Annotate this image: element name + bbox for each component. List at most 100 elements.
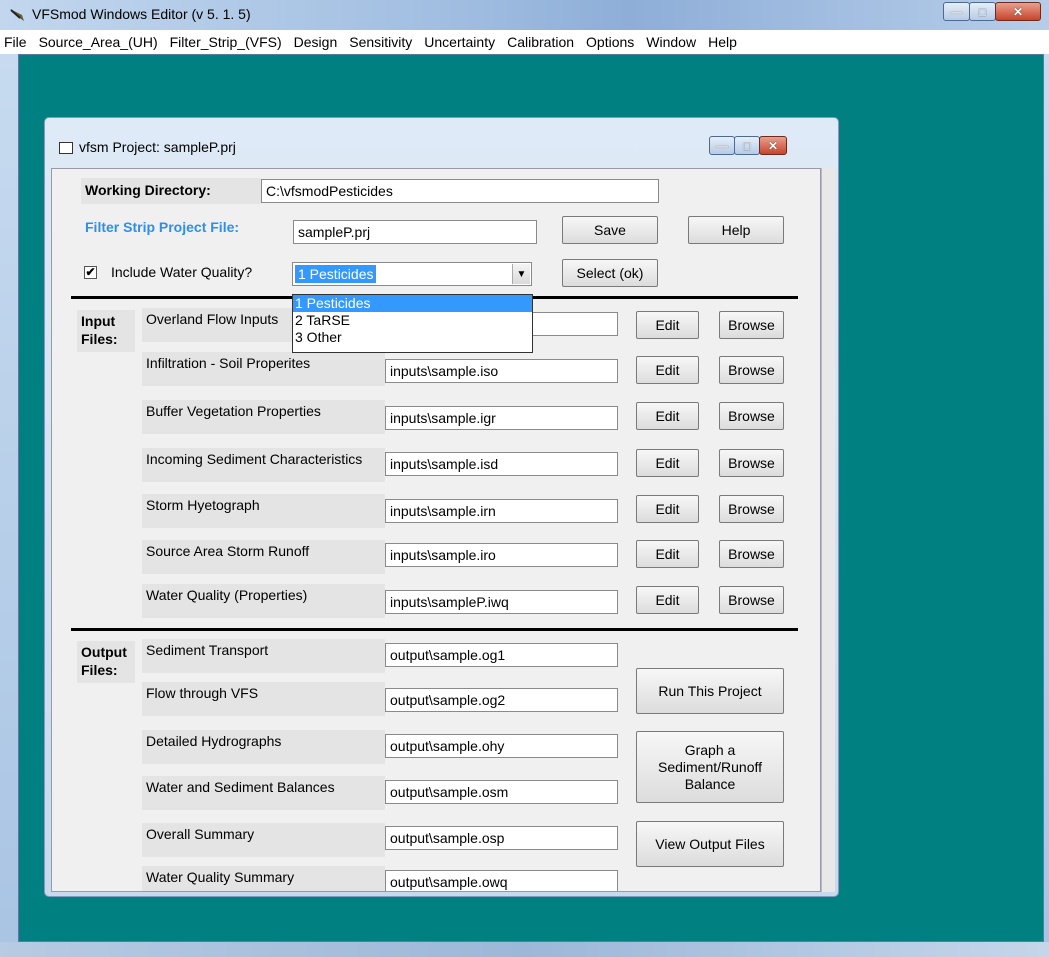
project-window: vfsm Project: sampleP.prj — □ ✕ Working … xyxy=(44,117,839,897)
menu-help[interactable]: Help xyxy=(708,34,737,50)
close-button[interactable]: ✕ xyxy=(995,2,1041,21)
output-files-label-box: Output Files: xyxy=(77,641,135,683)
input-row-field[interactable]: inputs\sampleP.iwq xyxy=(385,590,618,614)
edit-button[interactable]: Edit xyxy=(636,449,699,477)
divider-middle xyxy=(71,628,798,631)
child-close-button[interactable]: ✕ xyxy=(759,136,787,155)
browse-button[interactable]: Browse xyxy=(719,311,784,339)
menu-source-area[interactable]: Source_Area_(UH) xyxy=(39,34,158,50)
input-files-label-box: Input Files: xyxy=(77,310,135,352)
output-row-label: Overall Summary xyxy=(146,826,255,842)
close-icon: ✕ xyxy=(1012,4,1024,19)
output-row-field[interactable]: output\sample.ohy xyxy=(385,734,618,758)
water-quality-selected: 1 Pesticides xyxy=(295,265,377,283)
edit-button[interactable]: Edit xyxy=(636,586,699,614)
input-row-field[interactable]: inputs\sample.isd xyxy=(385,452,618,476)
menu-design[interactable]: Design xyxy=(294,34,338,50)
input-row-field[interactable]: inputs\sample.iso xyxy=(385,359,618,383)
menu-uncertainty[interactable]: Uncertainty xyxy=(424,34,495,50)
project-form: Working Directory: C:\vfsmodPesticides F… xyxy=(51,168,821,892)
menu-options[interactable]: Options xyxy=(586,34,634,50)
browse-button[interactable]: Browse xyxy=(719,449,784,477)
input-row-label: Water Quality (Properties) xyxy=(146,587,308,603)
vertical-scrollbar[interactable] xyxy=(821,168,835,892)
menu-sensitivity[interactable]: Sensitivity xyxy=(349,34,412,50)
output-row-field[interactable]: output\sample.owq xyxy=(385,870,618,891)
water-quality-label: Include Water Quality? xyxy=(111,264,253,280)
run-project-button[interactable]: Run This Project xyxy=(636,668,784,714)
dropdown-option[interactable]: 3 Other xyxy=(293,329,532,346)
output-row-label: Detailed Hydrographs xyxy=(146,733,282,749)
menu-window[interactable]: Window xyxy=(646,34,696,50)
browse-button[interactable]: Browse xyxy=(719,495,784,523)
browse-button[interactable]: Browse xyxy=(719,540,784,568)
dropdown-option[interactable]: 1 Pesticides xyxy=(293,295,532,312)
output-row-label-box: Detailed Hydrographs xyxy=(142,730,385,764)
edit-button[interactable]: Edit xyxy=(636,402,699,430)
output-row-field[interactable]: output\sample.og1 xyxy=(385,643,618,667)
graph-balance-button[interactable]: Graph a Sediment/Runoff Balance xyxy=(636,731,784,803)
input-files-label-1: Input xyxy=(81,313,116,329)
graph-balance-label-1: Graph a xyxy=(684,741,736,758)
edit-button[interactable]: Edit xyxy=(636,540,699,568)
menu-filter-strip[interactable]: Filter_Strip_(VFS) xyxy=(170,34,282,50)
output-files-label-1: Output xyxy=(81,644,127,660)
chevron-down-icon[interactable]: ▼ xyxy=(512,264,530,284)
working-dir-label-box: Working Directory: xyxy=(81,178,261,204)
browse-button[interactable]: Browse xyxy=(719,586,784,614)
browse-button[interactable]: Browse xyxy=(719,402,784,430)
water-quality-checkbox[interactable]: ✔ xyxy=(84,266,97,279)
edit-button[interactable]: Edit xyxy=(636,311,699,339)
minimize-icon: — xyxy=(950,4,963,19)
input-row-label: Storm Hyetograph xyxy=(146,497,260,513)
child-maximize-button[interactable]: □ xyxy=(734,136,760,155)
output-files-label-2: Files: xyxy=(81,662,118,678)
graph-balance-label-2: Sediment/Runoff xyxy=(657,758,763,775)
output-row-field[interactable]: output\sample.osm xyxy=(385,780,618,804)
working-dir-field[interactable]: C:\vfsmodPesticides xyxy=(261,179,659,203)
help-button[interactable]: Help xyxy=(688,216,784,244)
water-quality-select[interactable]: 1 Pesticides ▼ xyxy=(292,262,532,286)
menu-file[interactable]: File xyxy=(4,34,27,50)
output-row-label: Sediment Transport xyxy=(146,642,269,658)
view-output-files-button[interactable]: View Output Files xyxy=(636,821,784,867)
input-row-label: Source Area Storm Runoff xyxy=(146,543,310,559)
input-row-label-box: Water Quality (Properties) xyxy=(142,584,385,618)
app-icon xyxy=(10,9,24,21)
save-button[interactable]: Save xyxy=(562,216,658,244)
edit-button[interactable]: Edit xyxy=(636,495,699,523)
select-ok-button[interactable]: Select (ok) xyxy=(562,259,658,287)
water-quality-dropdown: 1 Pesticides 2 TaRSE 3 Other xyxy=(292,294,533,353)
child-minimize-button[interactable]: — xyxy=(709,136,735,155)
minimize-button[interactable]: — xyxy=(943,2,970,21)
input-row-label: Infiltration - Soil Properites xyxy=(146,355,311,371)
output-row-label-box: Water and Sediment Balances xyxy=(142,776,385,810)
output-row-field[interactable]: output\sample.og2 xyxy=(385,688,618,712)
input-row-field[interactable]: inputs\sample.iro xyxy=(385,543,618,567)
input-row-label-box: Source Area Storm Runoff xyxy=(142,540,385,574)
app-window: VFSmod Windows Editor (v 5. 1. 5) — □ ✕ … xyxy=(0,0,1049,957)
input-row-label: Incoming Sediment Characteristics xyxy=(146,451,363,467)
output-row-label-box: Flow through VFS xyxy=(142,682,385,716)
input-row-field[interactable]: inputs\sample.irn xyxy=(385,499,618,523)
minimize-icon: — xyxy=(716,138,728,153)
output-row-label: Water Quality Summary xyxy=(146,869,295,885)
output-row-label: Flow through VFS xyxy=(146,685,259,701)
output-row-field[interactable]: output\sample.osp xyxy=(385,826,618,850)
window-title: VFSmod Windows Editor (v 5. 1. 5) xyxy=(32,6,251,22)
project-file-label: Filter Strip Project File: xyxy=(85,219,240,235)
input-files-label-2: Files: xyxy=(81,331,118,347)
input-row-label-box: Incoming Sediment Characteristics xyxy=(142,448,385,482)
edit-button[interactable]: Edit xyxy=(636,356,699,384)
document-icon xyxy=(59,142,73,154)
browse-button[interactable]: Browse xyxy=(719,356,784,384)
input-row-field[interactable]: inputs\sample.igr xyxy=(385,406,618,430)
maximize-button[interactable]: □ xyxy=(969,2,996,21)
output-row-label: Water and Sediment Balances xyxy=(146,779,335,795)
input-row-label-box: Buffer Vegetation Properties xyxy=(142,400,385,434)
dropdown-option[interactable]: 2 TaRSE xyxy=(293,312,532,329)
taskbar-strip xyxy=(0,942,1049,957)
project-file-field[interactable]: sampleP.prj xyxy=(293,220,537,244)
graph-balance-label-3: Balance xyxy=(684,775,736,792)
menu-calibration[interactable]: Calibration xyxy=(507,34,574,50)
